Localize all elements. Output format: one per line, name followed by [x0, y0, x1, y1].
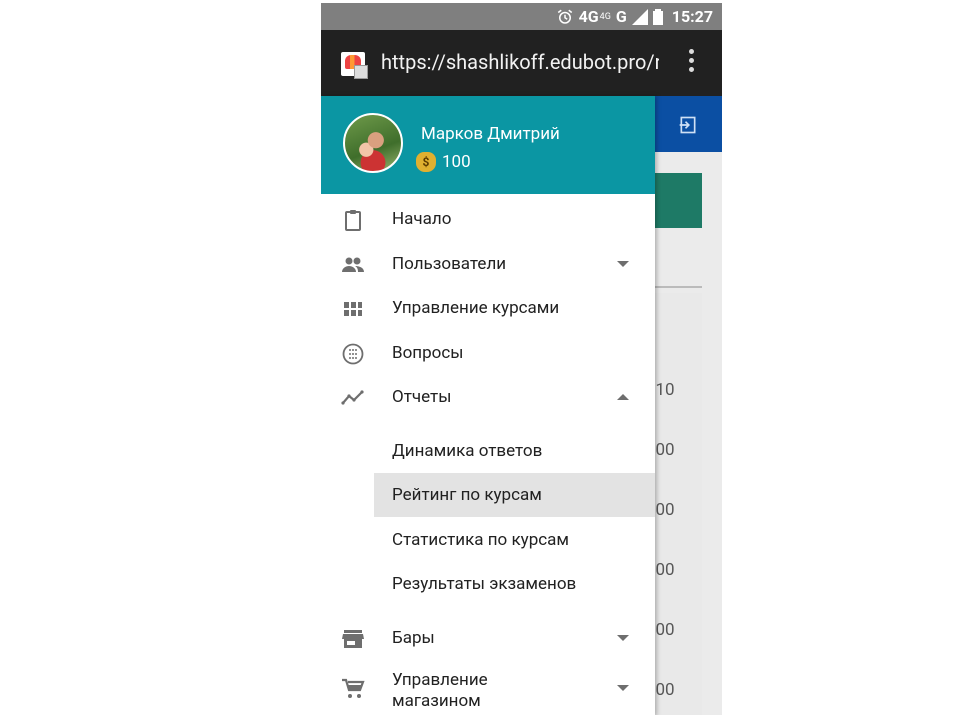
cart-icon: [342, 678, 365, 698]
submenu-item-course-rating[interactable]: Рейтинг по курсам: [374, 473, 655, 517]
trending-icon: [341, 390, 364, 405]
logout-icon[interactable]: [678, 115, 698, 135]
signal-icon: [631, 8, 648, 25]
submenu-item-course-stats[interactable]: Статистика по курсам: [374, 518, 655, 562]
network-type: 4G: [578, 7, 599, 26]
store-icon: [342, 630, 364, 648]
menu-item-questions[interactable]: Вопросы: [321, 331, 655, 375]
table-value: .00: [651, 500, 675, 520]
chevron-down-icon[interactable]: [617, 685, 629, 691]
menu-item-users[interactable]: Пользователи: [321, 242, 655, 286]
submenu-item-label: Статистика по курсам: [392, 530, 570, 550]
navigation-drawer: Марков Дмитрий $ 100 Начало Пользователи…: [321, 96, 655, 715]
apps-icon: [344, 302, 362, 316]
table-value: .00: [651, 620, 675, 640]
coins-balance: $ 100: [416, 152, 471, 172]
coins-value: 100: [442, 152, 471, 172]
submenu-item-answers-dynamics[interactable]: Динамика ответов: [374, 429, 655, 473]
menu-item-label: Отчеты: [392, 387, 452, 407]
clipboard-icon: [345, 210, 361, 231]
menu-item-shop-management[interactable]: Управление магазином: [321, 666, 655, 712]
chevron-up-icon[interactable]: [617, 394, 629, 400]
menu-item-bars[interactable]: Бары: [321, 616, 655, 660]
phone-screen: 4G 4G G 15:27 https://shashlikoff.edubot.…: [321, 3, 722, 715]
menu-item-label: Управление магазином: [392, 670, 488, 712]
menu-item-label: Начало: [392, 209, 452, 229]
menu-item-label: Пользователи: [392, 254, 507, 274]
menu-item-label: Бары: [392, 628, 435, 648]
submenu-item-exam-results[interactable]: Результаты экзаменов: [374, 562, 655, 606]
menu-item-reports[interactable]: Отчеты: [321, 375, 655, 419]
menu-item-label: Управление курсами: [392, 298, 560, 318]
network-type-sup: 4G: [599, 11, 611, 22]
chevron-down-icon[interactable]: [617, 261, 629, 267]
submenu-item-label: Динамика ответов: [392, 441, 543, 461]
people-icon: [342, 257, 364, 272]
chevron-down-icon[interactable]: [617, 635, 629, 641]
user-name: Марков Дмитрий: [421, 124, 560, 144]
drawer-header: Марков Дмитрий $ 100: [321, 96, 655, 194]
submenu-item-label: Результаты экзаменов: [392, 574, 577, 594]
battery-icon: [652, 8, 663, 25]
browser-toolbar: https://shashlikoff.edubot.pro/r: [321, 30, 722, 96]
menu-item-home[interactable]: Начало: [321, 197, 655, 241]
site-favicon-icon: [341, 52, 368, 79]
clock: 15:27: [671, 7, 713, 26]
dots-circle-icon: [342, 343, 364, 365]
table-value: .00: [651, 680, 675, 700]
menu-item-label: Вопросы: [392, 343, 464, 363]
browser-menu-icon[interactable]: [689, 49, 695, 72]
table-value: .10: [651, 380, 675, 400]
avatar[interactable]: [343, 113, 403, 173]
menu-item-courses[interactable]: Управление курсами: [321, 286, 655, 330]
alarm-icon: [557, 9, 572, 24]
second-network-type: G: [615, 7, 627, 26]
menu-item-label-line2: магазином: [392, 691, 481, 711]
status-bar: 4G 4G G 15:27: [321, 3, 722, 30]
money-bag-icon: $: [416, 152, 436, 172]
url-field[interactable]: https://shashlikoff.edubot.pro/r: [381, 50, 659, 74]
table-value: .00: [651, 440, 675, 460]
table-value: .00: [651, 560, 675, 580]
menu-item-label-line1: Управление: [392, 670, 488, 690]
submenu-item-label: Рейтинг по курсам: [392, 485, 542, 505]
